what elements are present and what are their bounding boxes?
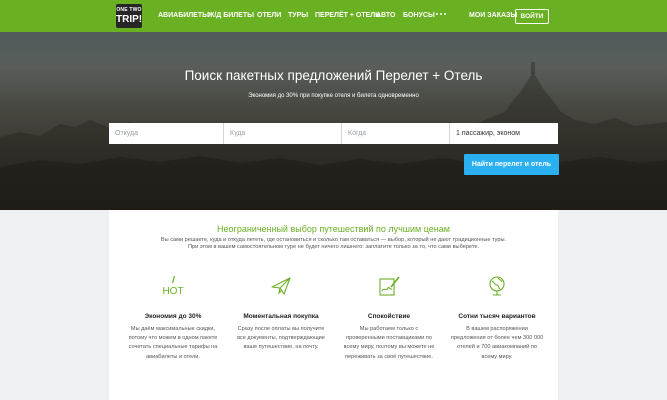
feature-title: Сотни тысяч вариантов: [458, 313, 536, 320]
nav-item-hotels[interactable]: ОТЕЛИ: [257, 0, 281, 32]
hero-subtitle: Экономия до 30% при покупке отеля и биле…: [248, 93, 419, 99]
nav-item-flight-hotel[interactable]: ПЕРЕЛЁТ + ОТЕЛЬ: [315, 0, 380, 32]
passengers-select[interactable]: 1 пассажир, эконом: [450, 123, 558, 144]
nav-item-cars[interactable]: АВТО: [376, 0, 395, 32]
feature-text: Мы работаем только с проверенными постав…: [343, 326, 435, 360]
date-input[interactable]: [342, 123, 449, 144]
feature-title: Моментальная покупка: [243, 313, 319, 320]
hero-banner: Поиск пакетных предложений Перелет + Оте…: [0, 32, 667, 210]
svg-text:HOT: HOT: [162, 286, 183, 297]
search-form: 1 пассажир, эконом: [109, 123, 558, 144]
feature-text: Мы даём максимальные скидки, потому что …: [128, 326, 218, 360]
logo-line1: ONE TWO: [116, 7, 142, 13]
feature-title: Экономия до 30%: [144, 313, 202, 320]
globe-icon: [489, 276, 505, 296]
features-section: Неограниченный выбор путешествий по лучш…: [109, 210, 558, 400]
hero-title: Поиск пакетных предложений Перелет + Оте…: [184, 68, 483, 83]
logo-line2: TRIP!: [116, 14, 143, 25]
feature-text: Сразу после оплаты вы получите все докум…: [237, 326, 325, 351]
features-description-line1: Вы сами решаете, куда и откуда лететь, г…: [160, 237, 507, 243]
search-button[interactable]: Найти перелет и отель: [464, 154, 559, 175]
nav-item-tours[interactable]: ТУРЫ: [288, 0, 308, 32]
features-title: Неограниченный выбор путешествий по лучш…: [217, 224, 450, 234]
hot-icon: HOT: [162, 275, 184, 297]
signature-icon: [379, 276, 400, 296]
nav-item-trains[interactable]: Ж/Д БИЛЕТЫ: [208, 0, 254, 32]
nav-item-flights[interactable]: АВИАБИЛЕТЫ: [158, 0, 209, 32]
login-button[interactable]: ВОЙТИ: [515, 9, 549, 24]
my-orders-link[interactable]: МОИ ЗАКАЗЫ: [469, 0, 517, 32]
ellipsis-icon[interactable]: [436, 9, 448, 19]
from-input[interactable]: [109, 123, 223, 144]
nav-item-bonuses[interactable]: БОНУСЫ: [403, 0, 435, 32]
paper-plane-icon: [271, 277, 291, 295]
feature-text: В вашем распоряжении предложения от боле…: [450, 326, 544, 360]
features-description-line2: При этом в вашем самостоятельном туре не…: [187, 244, 480, 250]
features-description: Вы сами решаете, куда и откуда лететь, г…: [129, 237, 538, 251]
to-input[interactable]: [224, 123, 341, 144]
logo[interactable]: ONE TWO TRIP!: [116, 4, 142, 28]
rome-skyline-background: [0, 62, 667, 210]
feature-title: Спокойствие: [367, 313, 411, 320]
top-nav: ONE TWO TRIP! АВИАБИЛЕТЫ Ж/Д БИЛЕТЫ ОТЕЛ…: [0, 0, 667, 32]
